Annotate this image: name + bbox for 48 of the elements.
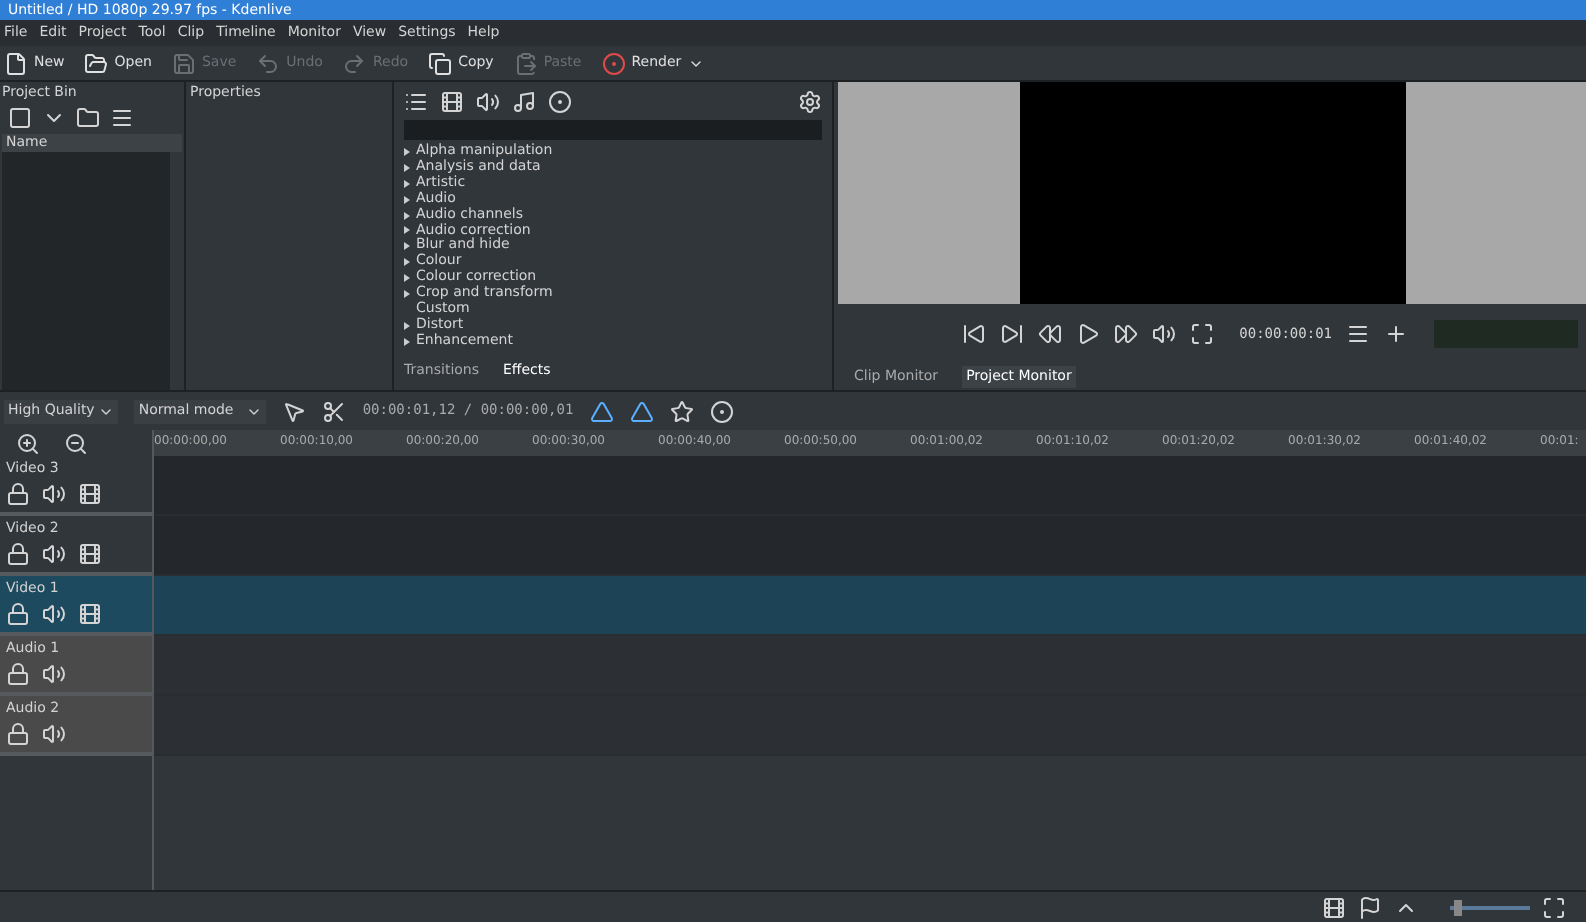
film-icon[interactable]: [1322, 895, 1346, 919]
search-field[interactable]: [404, 120, 822, 140]
audio-meter: [1434, 320, 1578, 348]
lock-icon[interactable]: [6, 482, 30, 506]
settings-icon[interactable]: [798, 90, 822, 114]
lock-icon[interactable]: [6, 542, 30, 566]
plus-icon[interactable]: [1384, 322, 1408, 346]
film-icon[interactable]: [78, 542, 102, 566]
lock-icon[interactable]: [6, 602, 30, 626]
zoom-icon[interactable]: [16, 431, 40, 455]
rewind-icon[interactable]: [1037, 322, 1062, 346]
music-icon[interactable]: [512, 90, 536, 114]
speaker-icon[interactable]: [42, 482, 66, 506]
lock-icon[interactable]: [6, 662, 30, 686]
copy-icon: [428, 51, 453, 75]
record-icon[interactable]: [709, 399, 734, 423]
film-icon[interactable]: [78, 602, 102, 626]
speaker-icon[interactable]: [1151, 322, 1176, 346]
zone-in-icon[interactable]: [961, 322, 986, 346]
speaker-icon[interactable]: [42, 662, 66, 686]
speaker-icon[interactable]: [42, 722, 66, 746]
menu-icon[interactable]: [110, 106, 134, 130]
flag-icon[interactable]: [1358, 895, 1382, 919]
folder-icon[interactable]: [76, 106, 100, 130]
zoom-slider-handle[interactable]: [1454, 899, 1462, 915]
film-icon[interactable]: [78, 482, 102, 506]
speaker-icon[interactable]: [476, 90, 500, 114]
pointer-icon[interactable]: [282, 399, 307, 423]
add-clip-icon[interactable]: [8, 106, 32, 130]
speaker-icon[interactable]: [42, 602, 66, 626]
play-icon[interactable]: [1075, 322, 1100, 346]
star-icon[interactable]: [669, 399, 694, 423]
forward-icon[interactable]: [1113, 322, 1138, 346]
speaker-icon[interactable]: [42, 542, 66, 566]
undo-icon: [256, 51, 281, 75]
folder-icon: [84, 51, 109, 75]
file-icon: [4, 51, 28, 75]
film-icon[interactable]: [440, 90, 464, 114]
save-icon: [171, 51, 196, 75]
lock-icon[interactable]: [6, 722, 30, 746]
menu-icon[interactable]: [1346, 322, 1370, 346]
scissors-icon[interactable]: [322, 399, 347, 423]
redo-icon: [342, 51, 367, 75]
clipboard-icon: [513, 51, 538, 75]
record-icon: [601, 51, 626, 75]
dot-icon[interactable]: [548, 90, 572, 114]
fullscreen-icon[interactable]: [1189, 322, 1214, 346]
zone-out-icon[interactable]: [999, 322, 1024, 346]
